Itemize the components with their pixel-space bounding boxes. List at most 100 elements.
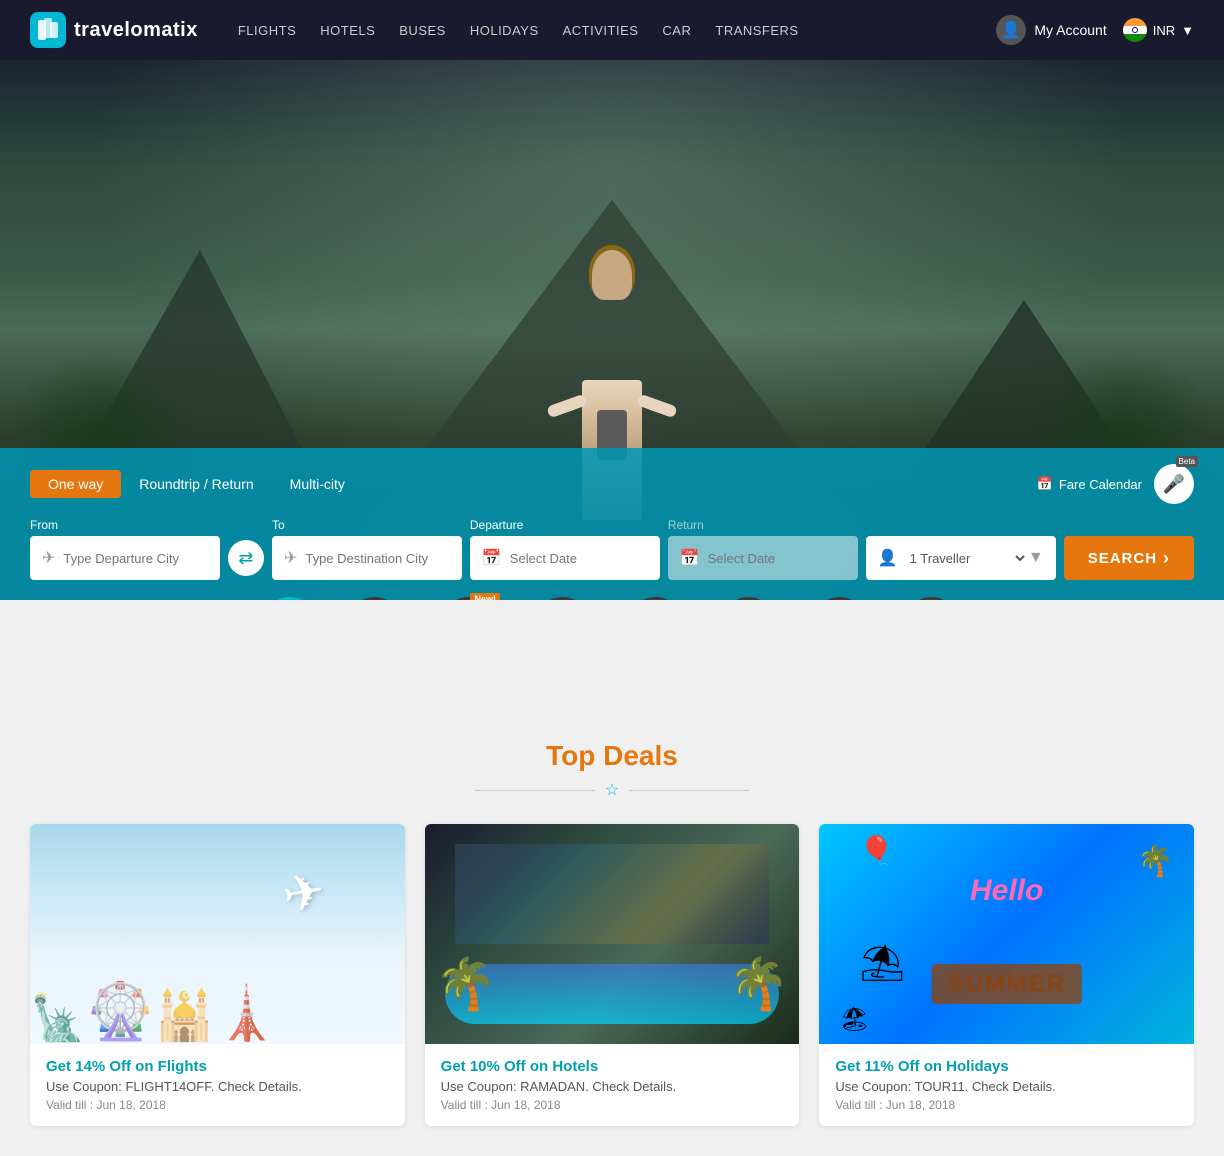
cat-holidays[interactable]: 🎄 HOLIDAYS [902,597,962,600]
holidays-icon-wrap: 🎄 [904,597,959,600]
landmark-ferris-icon: 🎡 [86,979,154,1044]
nav-buses[interactable]: BUSES [399,23,446,38]
search-tabs: One way Roundtrip / Return Multi-city 📅 … [30,464,1194,504]
from-label: From [30,518,220,532]
nav-holidays[interactable]: HOLIDAYS [470,23,539,38]
top-deals-title: Top Deals [30,740,1194,772]
divider-line-left [475,790,595,791]
swap-button[interactable]: ⇄ [228,540,264,576]
deal-title-flights: Get 14% Off on Flights [46,1058,389,1075]
return-date-input[interactable] [708,551,846,566]
return-date-wrap: 📅 [668,536,858,580]
india-flag [1123,18,1147,42]
nav-hotels[interactable]: HOTELS [320,23,375,38]
nav-car[interactable]: CAR [662,23,691,38]
nav-bar: FLIGHTS HOTELS BUSES HOLIDAYS ACTIVITIES… [238,23,997,38]
deal-image-hotels: 🌴 🌴 [425,824,800,1044]
deal-validity-hotels: Valid till : Jun 18, 2018 [441,1098,784,1112]
deal-card-flights[interactable]: ✈ 🗽 🎡 🕌 🗼 Get 14% Off on Flights Use Cou… [30,824,405,1126]
logo[interactable]: travelomatix [30,12,198,48]
calendar-icon: 📅 [482,548,502,568]
new-badge: New! [470,593,500,600]
deal-image-holidays: Hello SUMMER 🎈 🌴 ⛱ 🏖 [819,824,1194,1044]
tab-roundtrip[interactable]: Roundtrip / Return [121,470,271,498]
palm-right-icon: 🌴 [727,955,789,1014]
traveller-chevron-icon: ▼ [1028,549,1044,567]
mic-button[interactable]: Beta 🎤 [1154,464,1194,504]
balloon-icon: 🎈 [859,834,894,867]
deal-title-hotels: Get 10% Off on Hotels [441,1058,784,1075]
divider-line-right [629,790,749,791]
header: travelomatix FLIGHTS HOTELS BUSES HOLIDA… [0,0,1224,60]
departure-date-wrap: 📅 [470,536,660,580]
hero-section: One way Roundtrip / Return Multi-city 📅 … [0,60,1224,600]
fare-calendar-label: Fare Calendar [1059,477,1142,492]
to-field-group: To ✈ [272,518,462,580]
deal-desc-flights: Use Coupon: FLIGHT14OFF. Check Details. [46,1079,389,1094]
brand-name: travelomatix [74,19,198,42]
landmark-mosque-icon: 🕌 [155,987,215,1044]
currency-label: INR [1153,23,1175,38]
search-overlay: One way Roundtrip / Return Multi-city 📅 … [0,448,1224,600]
cat-hotdeals[interactable]: 🏷 New! HOT DEALS! [432,597,504,600]
plane-deco-icon: ✈ [278,861,329,925]
deal-info-holidays: Get 11% Off on Holidays Use Coupon: TOUR… [819,1044,1194,1126]
deals-grid: ✈ 🗽 🎡 🕌 🗼 Get 14% Off on Flights Use Cou… [30,824,1194,1126]
deal-desc-hotels: Use Coupon: RAMADAN. Check Details. [441,1079,784,1094]
search-form: From ✈ ⇄ To ✈ Departure 📅 [30,518,1194,580]
star-icon: ☆ [605,780,619,800]
cat-cars[interactable]: 🚘 CARS [721,597,776,600]
departure-date-input[interactable] [510,551,648,566]
person-head [592,250,632,300]
tab-one-way[interactable]: One way [30,470,121,498]
hotels-icon-wrap: 🏨 [347,597,402,600]
plane-icon: ✈ [42,548,55,568]
nav-transfers[interactable]: TRANSFERS [715,23,798,38]
mic-icon: 🎤 [1163,474,1185,495]
deal-info-hotels: Get 10% Off on Hotels Use Coupon: RAMADA… [425,1044,800,1126]
nav-flights[interactable]: FLIGHTS [238,23,296,38]
currency-selector[interactable]: INR ▼ [1123,18,1194,42]
deal-card-hotels[interactable]: 🌴 🌴 Get 10% Off on Hotels Use Coupon: RA… [425,824,800,1126]
cat-hotels[interactable]: 🏨 HOTELS [347,597,402,600]
tab-multi-city[interactable]: Multi-city [272,470,363,498]
traveller-wrap: 👤 1 Traveller 2 Travellers 3 Travellers … [866,536,1056,580]
cat-flights[interactable]: ✈ FLIGHTS [262,597,317,600]
calendar-icon: 📅 [1037,476,1053,492]
person-arm-left [546,394,588,419]
cars-icon-wrap: 🚘 [721,597,776,600]
cat-activities[interactable]: 🔭 ACTIVITIES [806,597,872,600]
departure-field-group: Departure 📅 [470,518,660,580]
cat-transfers[interactable]: 🚗 TRANSFERS [620,597,692,600]
deal-image-flights: ✈ 🗽 🎡 🕌 🗼 [30,824,405,1044]
to-input-wrap: ✈ [272,536,462,580]
search-button[interactable]: SEARCH › [1064,536,1194,580]
landmark-tower-icon: 🗼 [214,983,279,1044]
cat-buses[interactable]: 🚌 BUSES [535,597,590,600]
currency-chevron-icon: ▼ [1181,23,1194,38]
logo-icon [30,12,66,48]
deal-card-holidays[interactable]: Hello SUMMER 🎈 🌴 ⛱ 🏖 Get 11% Off on Holi… [819,824,1194,1126]
to-label: To [272,518,462,532]
my-account-button[interactable]: 👤 My Account [996,15,1106,45]
from-field-group: From ✈ [30,518,220,580]
traveller-field-group: 👤 1 Traveller 2 Travellers 3 Travellers … [866,518,1056,580]
header-right: 👤 My Account INR ▼ [996,15,1194,45]
return-calendar-icon: 📅 [680,548,700,568]
hotdeals-icon-wrap: 🏷 New! [441,597,496,600]
category-bar: ✈ FLIGHTS 🏨 HOTELS 🏷 New! HOT DEALS! 🚌 B… [0,587,1224,600]
landmark-liberty-icon: 🗽 [30,991,86,1044]
deal-validity-holidays: Valid till : Jun 18, 2018 [835,1098,1178,1112]
transfers-icon-wrap: 🚗 [628,597,683,600]
beach-icon: 🏖 [839,1005,869,1034]
destination-city-input[interactable] [305,551,450,566]
nav-activities[interactable]: ACTIVITIES [563,23,639,38]
departure-city-input[interactable] [63,551,208,566]
person-arm-right [636,394,678,419]
traveller-select[interactable]: 1 Traveller 2 Travellers 3 Travellers [906,550,1028,567]
flights-icon-wrap: ✈ [262,597,317,600]
deal-info-flights: Get 14% Off on Flights Use Coupon: FLIGH… [30,1044,405,1126]
hotel-lights-deco [455,844,770,944]
fare-calendar-button[interactable]: 📅 Fare Calendar [1037,476,1142,492]
summer-text-deco: SUMMER [931,964,1082,1004]
